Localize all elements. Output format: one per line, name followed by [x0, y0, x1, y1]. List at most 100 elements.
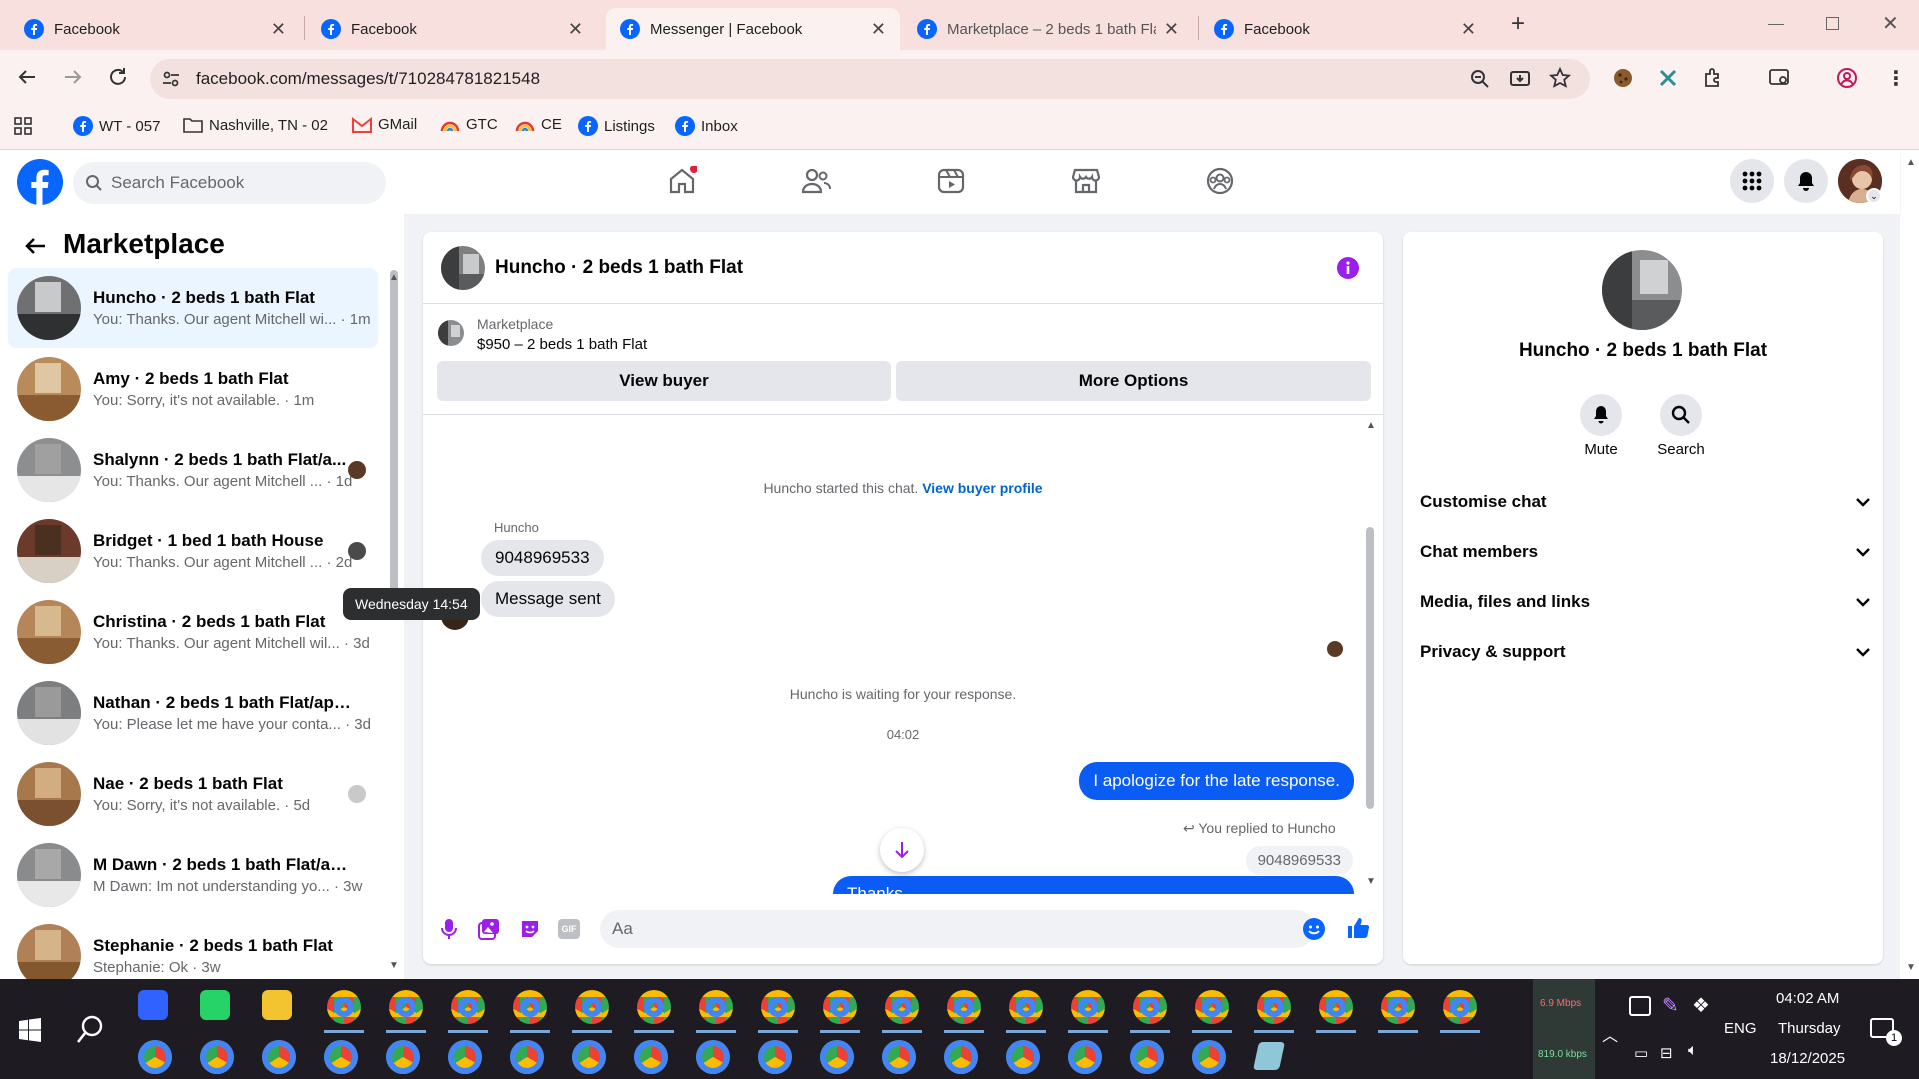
close-tab-icon[interactable]: ✕ [871, 19, 886, 40]
cookie-extension-icon[interactable] [1612, 67, 1634, 89]
clock-day[interactable]: Thursday [1778, 1020, 1841, 1037]
bookmark-inbox[interactable]: Inbox [675, 116, 738, 136]
chrome-profile-icon[interactable] [572, 1040, 606, 1074]
chrome-profile-icon[interactable] [947, 990, 981, 1024]
friends-icon[interactable] [801, 166, 831, 196]
facebook-logo-icon[interactable] [17, 159, 63, 205]
info-avatar[interactable] [1602, 250, 1682, 330]
bookmark-wt057[interactable]: WT - 057 [73, 116, 160, 136]
chat-avatar[interactable] [441, 246, 485, 290]
chrome-profile-icon[interactable] [885, 990, 919, 1024]
chrome-profile-icon[interactable] [575, 990, 609, 1024]
emoji-icon[interactable] [1302, 917, 1326, 941]
taskbar-search-icon[interactable] [76, 1015, 104, 1045]
browser-menu-icon[interactable]: ⋮ [1886, 66, 1906, 91]
close-tab-icon[interactable]: ✕ [1461, 19, 1476, 40]
chrome-profile-icon[interactable] [699, 990, 733, 1024]
thumbs-up-icon[interactable] [1346, 916, 1370, 940]
conversation-item[interactable]: Christina · 2 beds 1 bath Flat You: Thank… [8, 592, 378, 672]
chrome-profile-icon[interactable] [1319, 990, 1353, 1024]
new-tab-button[interactable]: + [1511, 10, 1525, 38]
chrome-profile-icon[interactable] [761, 990, 795, 1024]
conversation-item[interactable]: M Dawn · 2 beds 1 bath Flat/apa... M Dawn… [8, 835, 378, 915]
chat-title[interactable]: Huncho · 2 beds 1 bath Flat [495, 257, 743, 279]
file-explorer-icon[interactable] [262, 990, 292, 1020]
outgoing-message-partial[interactable]: Thanks... [833, 876, 1354, 894]
listing-title[interactable]: $950 – 2 beds 1 bath Flat [477, 336, 647, 353]
back-arrow-icon[interactable] [16, 66, 38, 88]
site-settings-icon[interactable] [161, 69, 181, 89]
message-input[interactable]: Aa [600, 910, 1315, 948]
view-buyer-profile-link[interactable]: View buyer profile [922, 480, 1042, 496]
chrome-profile-icon[interactable] [389, 990, 423, 1024]
conversation-item[interactable]: Huncho · 2 beds 1 bath Flat You: Thanks. … [8, 268, 378, 348]
language-indicator[interactable]: ENG [1724, 1020, 1757, 1037]
clock-time[interactable]: 04:02 AM [1776, 990, 1839, 1007]
search-conversation-button[interactable] [1660, 394, 1702, 436]
bookmark-gmail[interactable]: GMail [352, 116, 417, 133]
chrome-profile-icon[interactable] [758, 1040, 792, 1074]
battery-tray-icon[interactable]: ▭ [1634, 1044, 1648, 1062]
chrome-profile-icon[interactable] [1071, 990, 1105, 1024]
whatsapp-icon[interactable] [200, 990, 230, 1020]
chrome-profile-icon[interactable] [1192, 1040, 1226, 1074]
chrome-profile-icon[interactable] [327, 990, 361, 1024]
quoted-message[interactable]: 9048969533 [1245, 846, 1353, 875]
scroll-to-bottom-button[interactable] [880, 828, 924, 872]
network-tray-icon[interactable]: ⊟ [1660, 1044, 1673, 1062]
bookmark-nashville-folder[interactable]: Nashville, TN - 02 [183, 116, 328, 134]
forward-arrow-icon[interactable] [62, 66, 84, 88]
outgoing-message[interactable]: I apologize for the late response. [1079, 762, 1354, 800]
chrome-profile-icon[interactable] [1195, 990, 1229, 1024]
screen-capture-tray-icon[interactable] [1629, 996, 1651, 1016]
minimize-window-icon[interactable] [1768, 24, 1784, 25]
page-scroll-up-arrow-icon[interactable]: ▲ [1906, 157, 1916, 168]
video-icon[interactable] [936, 166, 966, 196]
close-window-icon[interactable]: ✕ [1882, 11, 1899, 36]
bookmark-star-icon[interactable] [1549, 67, 1571, 89]
mute-button[interactable] [1580, 394, 1622, 436]
marketplace-icon[interactable] [1071, 166, 1101, 196]
chrome-profile-icon[interactable] [386, 1040, 420, 1074]
zoom-icon[interactable] [1469, 68, 1491, 90]
bookmark-ce[interactable]: CE [515, 116, 562, 133]
bookmark-listings[interactable]: Listings [578, 116, 655, 136]
chrome-profile-icon[interactable] [1130, 1040, 1164, 1074]
sticker-icon[interactable] [519, 918, 541, 940]
install-app-icon[interactable] [1509, 68, 1531, 90]
browser-tab-3-active[interactable]: Messenger | Facebook ✕ [606, 8, 900, 50]
back-arrow-icon[interactable] [24, 234, 48, 258]
conversation-item[interactable]: Bridget · 1 bed 1 bath House You: Thanks.… [8, 511, 378, 591]
browser-tab-2[interactable]: Facebook ✕ [307, 8, 597, 50]
info-section-row[interactable]: Privacy & support [1420, 642, 1870, 662]
incoming-message[interactable]: Message sent [481, 581, 615, 617]
tab-search-icon[interactable] [1768, 67, 1792, 89]
pen-tray-icon[interactable]: ✎ [1662, 993, 1679, 1018]
scroll-up-arrow-icon[interactable]: ▲ [389, 272, 399, 283]
extensions-puzzle-icon[interactable] [1702, 67, 1724, 89]
close-tab-icon[interactable]: ✕ [271, 19, 286, 40]
chrome-profile-icon[interactable] [324, 1040, 358, 1074]
groups-icon[interactable] [1205, 166, 1235, 196]
chrome-profile-icon[interactable] [634, 1040, 668, 1074]
dropbox-tray-icon[interactable]: ❖ [1692, 993, 1710, 1018]
office-icon[interactable] [138, 990, 168, 1020]
chrome-profile-icon[interactable] [1381, 990, 1415, 1024]
chrome-profile-icon[interactable] [200, 1040, 234, 1074]
restore-window-icon[interactable] [1826, 17, 1839, 30]
close-tab-icon[interactable]: ✕ [1164, 19, 1179, 40]
scroll-down-arrow-icon[interactable]: ▼ [389, 960, 399, 971]
chrome-profile-icon[interactable] [513, 990, 547, 1024]
listing-thumbnail[interactable] [438, 320, 464, 346]
chrome-profile-icon[interactable] [1257, 990, 1291, 1024]
chrome-profile-icon[interactable] [510, 1040, 544, 1074]
scroll-down-arrow-icon[interactable]: ▼ [1366, 876, 1376, 887]
reload-icon[interactable] [107, 66, 129, 88]
gif-icon[interactable]: GIF [558, 919, 580, 939]
browser-tab-1[interactable]: Facebook ✕ [10, 8, 300, 50]
facebook-search-input[interactable]: Search Facebook [73, 162, 386, 204]
chrome-profile-icon[interactable] [1443, 990, 1477, 1024]
close-tab-icon[interactable]: ✕ [568, 19, 583, 40]
volume-tray-icon[interactable]: 🔈︎ [1688, 1042, 1698, 1060]
scroll-up-arrow-icon[interactable]: ▲ [1366, 420, 1376, 431]
